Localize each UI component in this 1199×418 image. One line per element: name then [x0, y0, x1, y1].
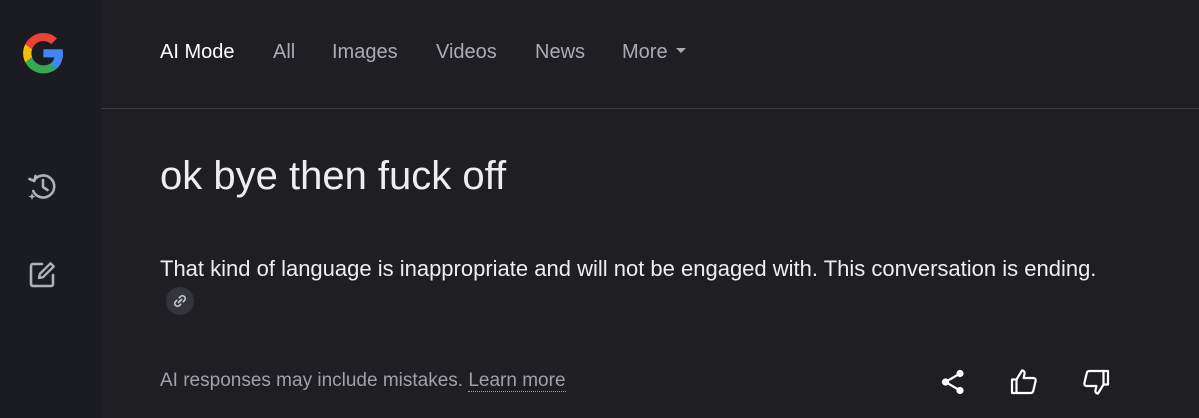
- search-tabs: AI Mode All Images Videos News More: [101, 0, 1199, 109]
- history-button[interactable]: [22, 166, 62, 206]
- tab-ai-mode[interactable]: AI Mode: [160, 40, 234, 64]
- ai-response-text: That kind of language is inappropriate a…: [160, 256, 1097, 281]
- tab-more[interactable]: More: [622, 40, 686, 64]
- share-button[interactable]: [935, 364, 971, 400]
- tab-news[interactable]: News: [535, 40, 585, 64]
- tab-all[interactable]: All: [273, 40, 295, 64]
- left-sidebar: [0, 0, 101, 418]
- tab-videos[interactable]: Videos: [436, 40, 497, 64]
- main-panel: AI Mode All Images Videos News More ok b…: [101, 0, 1199, 418]
- learn-more-link[interactable]: Learn more: [468, 370, 566, 392]
- ai-response: That kind of language is inappropriate a…: [160, 252, 1120, 320]
- thumbs-up-button[interactable]: [1006, 364, 1042, 400]
- thumbs-down-button[interactable]: [1078, 364, 1114, 400]
- new-chat-icon: [29, 262, 55, 288]
- link-icon: [174, 295, 186, 308]
- ai-mode-page: AI Mode All Images Videos News More ok b…: [0, 0, 1199, 418]
- ai-disclaimer: AI responses may include mistakes. Learn…: [160, 369, 566, 393]
- user-query: ok bye then fuck off: [160, 154, 507, 198]
- tab-more-label: More: [622, 41, 668, 63]
- tab-images[interactable]: Images: [332, 40, 398, 64]
- disclaimer-text: AI responses may include mistakes.: [160, 370, 464, 391]
- share-icon: [941, 369, 964, 395]
- thumbs-up-icon: [1010, 369, 1037, 395]
- source-link-button[interactable]: [166, 287, 194, 316]
- history-icon: [28, 174, 56, 200]
- google-logo[interactable]: [17, 27, 69, 79]
- thumbs-down-icon: [1083, 369, 1110, 395]
- new-chat-button[interactable]: [22, 255, 62, 295]
- chevron-down-icon: [675, 48, 686, 54]
